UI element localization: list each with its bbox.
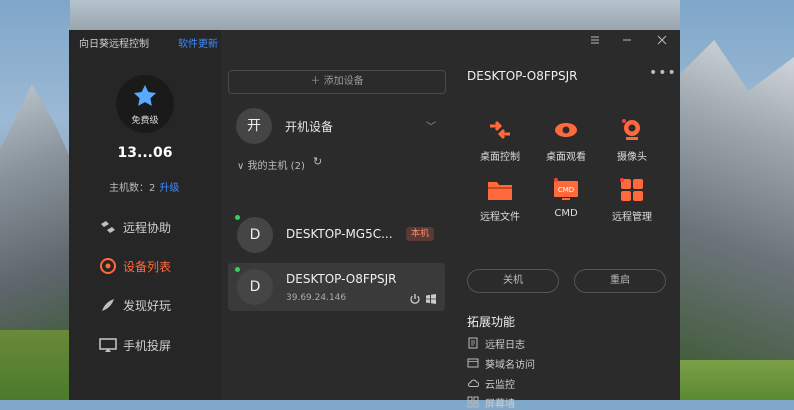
more-options-icon[interactable]: •••: [649, 65, 677, 81]
ext-screen-wall[interactable]: 屏幕墙: [467, 394, 617, 410]
user-id: 13...06: [117, 145, 173, 161]
app-window: 向日葵远程控制 软件更新 免费级 13...06 主机数：2 升级 远程协助 设备…: [69, 30, 680, 410]
domain-icon: [467, 358, 479, 368]
ext-label: 葵域名访问: [485, 360, 535, 371]
device-title: DESKTOP-O8FPSJR: [467, 69, 578, 83]
ext-label: 远程日志: [485, 340, 525, 351]
device-avatar: D: [237, 269, 273, 305]
nav-device-list[interactable]: 设备列表: [99, 255, 209, 277]
hamburger-icon: [591, 36, 599, 44]
ext-label: 云监控: [485, 380, 515, 391]
close-button[interactable]: [653, 33, 671, 51]
online-indicator: [235, 215, 240, 220]
action-label: 桌面观看: [546, 152, 586, 163]
chevron-down-icon: ∨: [237, 161, 248, 172]
menu-button[interactable]: [586, 33, 604, 51]
nav-label: 设备列表: [123, 260, 172, 274]
background-sky: [70, 0, 680, 30]
screen-wall-icon: [467, 396, 479, 408]
minimize-button[interactable]: [618, 33, 636, 51]
action-label: CMD: [554, 208, 578, 219]
shutdown-button[interactable]: 关机: [467, 269, 559, 293]
remote-file-icon: [488, 182, 512, 200]
cmd-icon: CMD: [554, 178, 578, 200]
action-desktop-control[interactable]: 桌面控制: [467, 118, 533, 166]
remote-manage-icon: [620, 178, 643, 201]
device-detail-pane: DESKTOP-O8FPSJR ••• 桌面控制 桌面观看 摄像头 远程文件 C…: [453, 54, 680, 410]
cloud-icon: [467, 379, 479, 387]
device-row-selected[interactable]: D DESKTOP-O8FPSJR 39.69.24.146: [228, 263, 445, 311]
action-label: 远程文件: [480, 212, 520, 223]
device-row[interactable]: D DESKTOP-MG5C... 本机: [228, 211, 445, 259]
nav-remote-assist[interactable]: 远程协助: [99, 216, 209, 238]
discover-icon: [102, 299, 114, 311]
nav-label: 发现好玩: [123, 299, 172, 313]
upgrade-link[interactable]: 升级: [159, 183, 179, 194]
title-bar: 向日葵远程控制 软件更新: [69, 30, 680, 54]
app-title: 向日葵远程控制: [79, 39, 149, 50]
minimize-icon: [623, 39, 631, 41]
chevron-down-icon: ﹀: [426, 122, 436, 133]
extensions-title: 拓展功能: [467, 315, 516, 329]
background-grass-left: [0, 330, 80, 400]
nav-label: 远程协助: [123, 221, 172, 235]
ext-label: 屏幕墙: [485, 399, 515, 410]
boot-device-label: 开机设备: [285, 120, 334, 134]
desktop-control-icon: [490, 120, 510, 140]
online-indicator: [235, 267, 240, 272]
nav-discover[interactable]: 发现好玩: [99, 294, 209, 316]
device-name: DESKTOP-MG5C...: [286, 227, 393, 241]
background-mountain-right: [680, 40, 794, 380]
windows-icon: [426, 294, 436, 304]
boot-device-row[interactable]: 开 开机设备 ﹀: [236, 106, 436, 146]
action-label: 远程管理: [612, 212, 652, 223]
refresh-icon[interactable]: ↻: [313, 155, 322, 168]
cmd-icon-text: CMD: [558, 186, 574, 194]
host-count-label: 主机数：2: [109, 183, 156, 194]
software-update-link[interactable]: 软件更新: [178, 35, 218, 50]
nav-phone-cast[interactable]: 手机投屏: [99, 334, 209, 356]
device-name: DESKTOP-O8FPSJR: [286, 272, 397, 286]
log-icon: [468, 337, 478, 349]
ext-domain-access[interactable]: 葵域名访问: [467, 355, 617, 371]
boot-device-avatar: 开: [236, 108, 272, 144]
plus-icon: ＋: [310, 76, 324, 87]
user-avatar[interactable]: 免费级: [116, 75, 174, 133]
action-remote-file[interactable]: 远程文件: [467, 178, 533, 226]
action-label: 桌面控制: [480, 152, 520, 163]
ext-cloud-monitor[interactable]: 云监控: [467, 375, 617, 391]
local-badge: 本机: [406, 227, 435, 241]
restart-button[interactable]: 重启: [574, 269, 666, 293]
power-icon[interactable]: [409, 293, 421, 305]
action-label: 摄像头: [617, 152, 647, 163]
host-count: 主机数：2 升级: [109, 179, 179, 194]
background-grass-right: [680, 360, 794, 400]
device-list-icon: [100, 258, 116, 274]
device-avatar: D: [237, 217, 273, 253]
ext-remote-log[interactable]: 远程日志: [467, 335, 617, 351]
phone-cast-icon: [99, 338, 117, 352]
action-desktop-view[interactable]: 桌面观看: [533, 118, 599, 166]
action-camera[interactable]: 摄像头: [599, 118, 665, 166]
star-icon: [133, 84, 157, 106]
account-level: 免费级: [131, 116, 159, 126]
background-mountain-left: [0, 84, 80, 360]
add-device-button[interactable]: ＋ 添加设备: [228, 70, 446, 94]
close-icon: [657, 35, 667, 45]
action-remote-manage[interactable]: 远程管理: [599, 178, 665, 226]
my-hosts-group[interactable]: ∨ 我的主机 (2): [237, 157, 305, 172]
action-cmd[interactable]: CMD CMD: [533, 178, 599, 226]
my-hosts-label: 我的主机 (2): [247, 161, 305, 172]
remote-assist-icon: [101, 221, 115, 233]
desktop-view-icon: [555, 123, 577, 137]
device-list-pane: ＋ 添加设备 开 开机设备 ﹀ ∨ 我的主机 (2) ↻ D DESKTOP-M…: [221, 54, 453, 400]
camera-icon: [622, 119, 640, 140]
device-ip: 39.69.24.146: [286, 293, 347, 303]
nav-label: 手机投屏: [123, 339, 172, 353]
add-device-label: 添加设备: [323, 76, 364, 87]
